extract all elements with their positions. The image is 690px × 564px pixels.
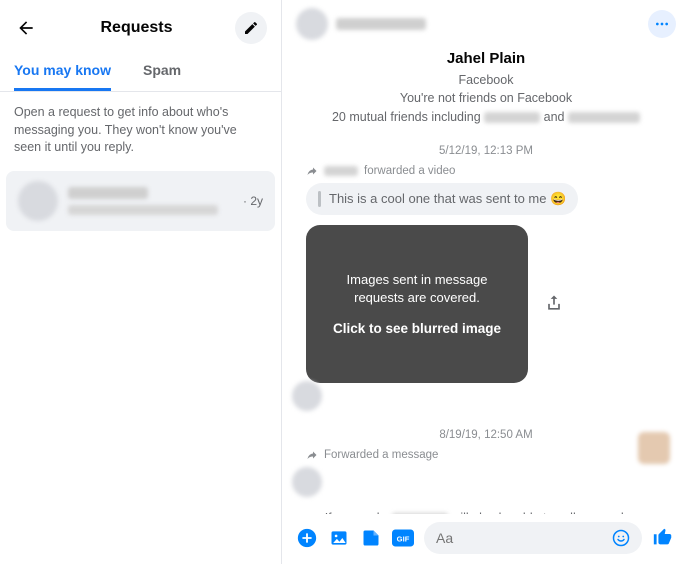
quote-text: This is a cool one that was sent to me 😄 [329,191,566,207]
image-icon [329,528,349,548]
redacted-name [484,112,540,123]
gif-icon: GIF [392,528,414,548]
smile-icon [612,529,630,547]
sticker-button[interactable] [360,527,382,549]
forward-icon [306,449,318,461]
cover-text: Images sent in message requests are cove… [322,271,512,307]
image-button[interactable] [328,527,350,549]
arrow-left-icon [16,18,36,38]
more-button[interactable] [648,10,676,38]
forwarded-label: forwarded a video [306,165,676,177]
cover-cta: Click to see blurred image [333,321,501,336]
forward-icon [306,165,318,177]
message-input[interactable] [436,530,612,546]
timestamp: 5/12/19, 12:13 PM [296,145,676,157]
requests-hint: Open a request to get info about who's m… [0,92,281,169]
forwarded-label: Forwarded a message [306,449,676,461]
redacted-preview [68,205,218,215]
avatar [292,467,322,497]
plus-circle-icon [296,527,318,549]
back-button[interactable] [14,16,38,40]
avatar [18,181,58,221]
request-time: · 2y [243,194,263,208]
request-item[interactable]: · 2y [6,171,275,231]
covered-image[interactable]: Images sent in message requests are cove… [306,225,528,383]
timestamp: 8/19/19, 12:50 AM [296,429,676,441]
redacted-name [336,18,426,30]
like-button[interactable] [652,526,676,550]
add-button[interactable] [296,527,318,549]
sticker-icon [361,528,381,548]
tab-you-may-know[interactable]: You may know [14,52,111,91]
thumbs-up-icon [652,526,674,548]
contact-name: Jahel Plain [296,48,676,71]
avatar [296,8,328,40]
tab-spam[interactable]: Spam [143,52,181,91]
page-title: Requests [100,19,172,37]
not-friends-label: You're not friends on Facebook [296,89,676,108]
compose-button[interactable] [235,12,267,44]
avatar [292,381,322,411]
chat-info: Jahel Plain Facebook You're not friends … [296,48,676,127]
sticker-attachment [638,432,670,464]
request-text [68,187,233,215]
redacted-name [324,166,358,176]
gif-button[interactable]: GIF [392,527,414,549]
pencil-icon [243,20,259,36]
message-input-wrap[interactable] [424,522,642,554]
svg-text:GIF: GIF [397,534,410,543]
platform-label: Facebook [296,71,676,90]
redacted-name [392,513,448,514]
mutual-friends-label: 20 mutual friends including and [296,108,676,127]
quote-bar-icon [318,191,321,207]
share-icon [544,293,564,313]
redacted-name [568,112,640,123]
redacted-name [68,187,148,199]
emoji-button[interactable] [612,529,630,547]
quoted-bubble: This is a cool one that was sent to me 😄 [306,183,578,215]
share-button[interactable] [544,293,566,315]
more-horizontal-icon [654,16,670,32]
